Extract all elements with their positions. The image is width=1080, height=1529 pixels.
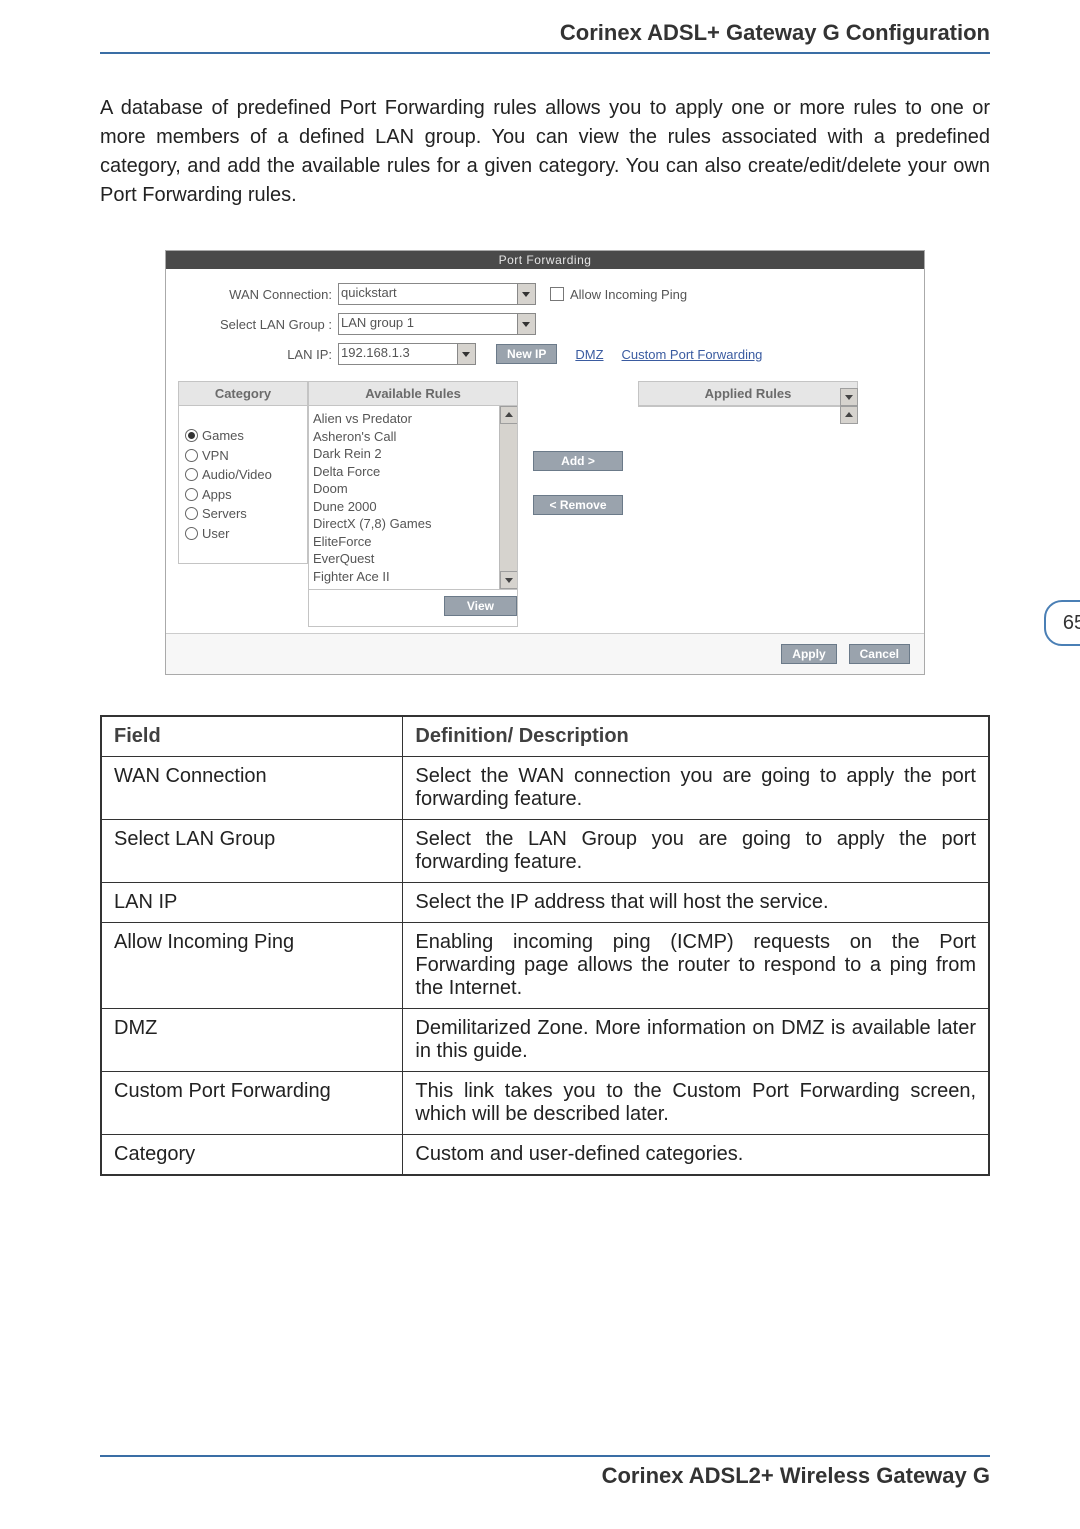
category-label: Servers — [202, 504, 247, 524]
table-row: Allow Incoming PingEnabling incoming pin… — [101, 923, 989, 1009]
definition-cell: Custom and user-defined categories. — [403, 1135, 989, 1176]
scroll-up-icon[interactable] — [840, 406, 858, 424]
category-radio-row[interactable]: Servers — [185, 504, 301, 524]
rule-item[interactable]: Fighter Ace II — [313, 568, 513, 586]
category-label: VPN — [202, 446, 229, 466]
chevron-down-icon[interactable] — [518, 313, 536, 335]
available-rules-header: Available Rules — [309, 382, 517, 406]
radio-icon[interactable] — [185, 449, 198, 462]
rule-item[interactable]: Asheron's Call — [313, 428, 513, 446]
lan-ip-select[interactable]: 192.168.1.3 — [338, 343, 458, 365]
available-rules-list[interactable]: Alien vs PredatorAsheron's CallDark Rein… — [309, 406, 517, 589]
rule-item[interactable]: Dark Rein 2 — [313, 445, 513, 463]
field-cell: WAN Connection — [101, 757, 403, 820]
category-label: Audio/Video — [202, 465, 272, 485]
wan-connection-label: WAN Connection: — [178, 287, 338, 302]
table-row: Select LAN GroupSelect the LAN Group you… — [101, 820, 989, 883]
dmz-link[interactable]: DMZ — [575, 347, 603, 362]
category-radio-row[interactable]: Audio/Video — [185, 465, 301, 485]
rule-item[interactable]: Dune 2000 — [313, 498, 513, 516]
radio-icon[interactable] — [185, 527, 198, 540]
scroll-up-icon[interactable] — [500, 406, 517, 424]
category-label: Apps — [202, 485, 232, 505]
table-row: LAN IPSelect the IP address that will ho… — [101, 883, 989, 923]
table-row: Custom Port ForwardingThis link takes yo… — [101, 1072, 989, 1135]
apply-button[interactable]: Apply — [781, 644, 836, 664]
table-header-field: Field — [101, 716, 403, 757]
rule-item[interactable]: DirectX (7,8) Games — [313, 515, 513, 533]
category-label: Games — [202, 426, 244, 446]
router-screenshot: Port Forwarding WAN Connection: quicksta… — [165, 250, 925, 675]
category-label: User — [202, 524, 229, 544]
allow-ping-checkbox[interactable] — [550, 287, 564, 301]
page-header-title: Corinex ADSL+ Gateway G Configuration — [100, 20, 990, 54]
applied-rules-column: Applied Rules — [638, 381, 858, 407]
radio-icon[interactable] — [185, 507, 198, 520]
table-row: WAN ConnectionSelect the WAN connection … — [101, 757, 989, 820]
field-cell: LAN IP — [101, 883, 403, 923]
definition-cell: This link takes you to the Custom Port F… — [403, 1072, 989, 1135]
field-cell: Allow Incoming Ping — [101, 923, 403, 1009]
field-cell: Category — [101, 1135, 403, 1176]
table-row: DMZDemilitarized Zone. More information … — [101, 1009, 989, 1072]
scroll-down-icon[interactable] — [500, 571, 517, 589]
category-radio-row[interactable]: Apps — [185, 485, 301, 505]
transfer-buttons: Add > < Remove — [518, 381, 638, 515]
table-header-def: Definition/ Description — [403, 716, 989, 757]
rule-item[interactable]: EverQuest — [313, 550, 513, 568]
definition-cell: Select the IP address that will host the… — [403, 883, 989, 923]
add-button[interactable]: Add > — [533, 451, 623, 471]
lan-group-select[interactable]: LAN group 1 — [338, 313, 518, 335]
available-rules-column: Available Rules Alien vs PredatorAsheron… — [308, 381, 518, 627]
category-radio-row[interactable]: Games — [185, 426, 301, 446]
rule-item[interactable]: Doom — [313, 480, 513, 498]
definition-cell: Demilitarized Zone. More information on … — [403, 1009, 989, 1072]
rule-item[interactable]: EliteForce — [313, 533, 513, 551]
page-number-badge: 65 — [1044, 600, 1080, 646]
rule-item[interactable]: Alien vs Predator — [313, 410, 513, 428]
lan-group-label: Select LAN Group : — [178, 317, 338, 332]
radio-icon[interactable] — [185, 488, 198, 501]
page-footer-product: Corinex ADSL2+ Wireless Gateway G — [100, 1455, 990, 1489]
wan-connection-select[interactable]: quickstart — [338, 283, 518, 305]
rule-item[interactable]: Delta Force — [313, 463, 513, 481]
category-radio-row[interactable]: User — [185, 524, 301, 544]
lan-ip-label: LAN IP: — [178, 347, 338, 362]
field-definition-table: Field Definition/ Description WAN Connec… — [100, 715, 990, 1176]
scrollbar[interactable] — [499, 406, 517, 589]
custom-port-forwarding-link[interactable]: Custom Port Forwarding — [622, 347, 763, 362]
new-ip-button[interactable]: New IP — [496, 344, 557, 364]
allow-ping-label: Allow Incoming Ping — [570, 287, 687, 302]
chevron-down-icon[interactable] — [518, 283, 536, 305]
definition-cell: Select the WAN connection you are going … — [403, 757, 989, 820]
applied-rules-header: Applied Rules — [639, 382, 857, 406]
view-button[interactable]: View — [444, 596, 517, 616]
radio-icon[interactable] — [185, 429, 198, 442]
scroll-down-icon[interactable] — [840, 388, 858, 406]
radio-icon[interactable] — [185, 468, 198, 481]
table-row: CategoryCustom and user-defined categori… — [101, 1135, 989, 1176]
cancel-button[interactable]: Cancel — [849, 644, 910, 664]
category-column: Category GamesVPNAudio/VideoAppsServersU… — [178, 381, 308, 564]
definition-cell: Select the LAN Group you are going to ap… — [403, 820, 989, 883]
field-cell: DMZ — [101, 1009, 403, 1072]
remove-button[interactable]: < Remove — [533, 495, 623, 515]
field-cell: Select LAN Group — [101, 820, 403, 883]
definition-cell: Enabling incoming ping (ICMP) requests o… — [403, 923, 989, 1009]
intro-paragraph: A database of predefined Port Forwarding… — [100, 94, 990, 210]
category-radio-row[interactable]: VPN — [185, 446, 301, 466]
chevron-down-icon[interactable] — [458, 343, 476, 365]
field-cell: Custom Port Forwarding — [101, 1072, 403, 1135]
page-number: 65 — [1044, 600, 1080, 646]
router-window-title: Port Forwarding — [166, 251, 924, 269]
category-header: Category — [179, 382, 307, 406]
